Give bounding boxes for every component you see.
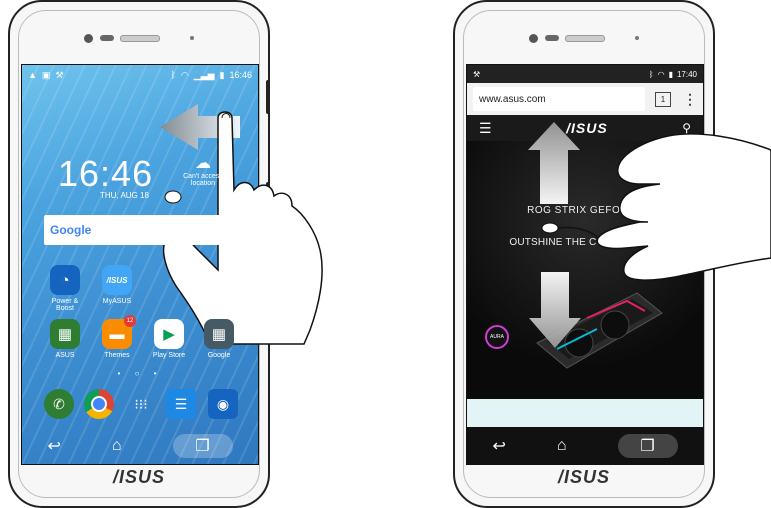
play-store-icon: ▶: [154, 319, 184, 349]
browser-screen: ⚒ ᛒ ◠ ▮ 17:40 www.asus.com 1 ⋮ ☰ /ISUS ⚲…: [466, 64, 704, 465]
site-logo[interactable]: /ISUS: [492, 120, 683, 136]
brand-logo: /ISUS: [557, 467, 611, 487]
status-bar: ⚒ ᛒ ◠ ▮ 17:40: [467, 65, 703, 83]
tab-switcher-button[interactable]: 1: [655, 91, 671, 107]
recents-button[interactable]: ❐: [172, 434, 233, 458]
alert-icon: ▲: [28, 70, 37, 80]
date-label: THU, AUG 18: [100, 191, 149, 200]
signal-icon: ▁▃▅: [193, 69, 215, 80]
brand-logo: /ISUS: [112, 467, 166, 487]
status-bar: ▲ ▣ ⚒ ᛒ ◠ ▁▃▅ ▮ 16:46: [22, 65, 258, 85]
app-drawer-icon[interactable]: ⁝⁝⁝: [126, 389, 156, 419]
app-themes[interactable]: ▬ 12 Themes: [94, 315, 140, 359]
google-search-bar[interactable]: Google: [44, 215, 236, 245]
hero-banner[interactable]: ROG STRIX GEFORCE OUTSHINE THE COMPETITI…: [467, 141, 703, 399]
app-label: ASUS: [55, 352, 75, 359]
home-icon[interactable]: ⌂: [557, 437, 567, 455]
clock-widget[interactable]: 16:46: [58, 153, 153, 195]
app-asus-folder[interactable]: ▦ ASUS: [42, 319, 88, 359]
asus-icon: /ISUS: [102, 265, 132, 295]
front-camera-icon: [84, 34, 93, 43]
app-label: MyASUS: [102, 298, 132, 305]
recents-icon: ❐: [195, 438, 210, 455]
sensor-icon: [100, 35, 114, 41]
url-field[interactable]: www.asus.com: [473, 87, 645, 111]
page-content-area: [467, 399, 703, 427]
hero-subtitle: OUTSHINE THE COMPETITION: [509, 237, 661, 248]
graphics-card-image: [536, 292, 663, 369]
earpiece: [529, 32, 639, 44]
navigation-bar: ↩ ⌂ ❐: [467, 428, 703, 464]
hamburger-icon[interactable]: ☰: [479, 120, 492, 137]
wifi-icon: ◠: [180, 69, 189, 80]
status-time: 16:46: [229, 70, 252, 80]
right-phone: ⚒ ᛒ ◠ ▮ 17:40 www.asus.com 1 ⋮ ☰ /ISUS ⚲…: [453, 0, 715, 508]
menu-icon[interactable]: ⋮: [683, 91, 697, 108]
battery-icon: ▮: [219, 69, 225, 80]
battery-icon: ▮: [668, 69, 673, 79]
app-label: Themes: [104, 352, 130, 359]
wrench-icon: ⚒: [473, 69, 481, 79]
home-icon[interactable]: ⌂: [112, 437, 122, 455]
bluetooth-icon: ᛒ: [648, 69, 654, 79]
browser-toolbar: www.asus.com 1 ⋮: [467, 83, 703, 115]
app-play-store[interactable]: ▶ Play Store: [146, 319, 192, 359]
chrome-icon[interactable]: [84, 389, 114, 419]
wifi-icon: ◠: [657, 69, 665, 79]
back-icon[interactable]: ↩: [47, 436, 60, 456]
google-logo: Google: [50, 223, 92, 237]
app-label: Play Store: [152, 352, 186, 359]
aura-logo: AURA: [485, 325, 509, 349]
messages-icon[interactable]: ☰: [166, 389, 196, 419]
page-indicator: • ○ •: [117, 369, 163, 378]
app-myasus[interactable]: /ISUS MyASUS: [94, 265, 140, 305]
recents-button[interactable]: ❐: [617, 434, 678, 458]
side-button: [266, 80, 268, 114]
site-header: ☰ /ISUS ⚲: [467, 115, 703, 141]
camera-icon[interactable]: ◉: [208, 389, 238, 419]
side-button: [266, 182, 268, 242]
weather-text: Can't access location: [183, 173, 223, 187]
cloud-icon: ☁: [195, 155, 211, 172]
app-google-folder[interactable]: ▦ Google: [196, 319, 242, 359]
sensor-icon: [545, 35, 559, 41]
search-icon[interactable]: ⚲: [682, 121, 691, 135]
speedometer-icon: ◔: [50, 265, 80, 295]
folder-icon: ▦: [50, 319, 80, 349]
app-label: Power & Boost: [51, 298, 79, 312]
bluetooth-icon: ᛒ: [170, 70, 176, 80]
weather-widget[interactable]: ☁ Can't access location: [178, 155, 228, 187]
app-label: Google: [207, 352, 231, 359]
navigation-bar: ↩ ⌂ ❐: [22, 428, 258, 464]
paint-roller-icon: ▬ 12: [102, 315, 136, 349]
status-time: 17:40: [676, 69, 697, 79]
left-phone: ▲ ▣ ⚒ ᛒ ◠ ▁▃▅ ▮ 16:46 16:46 THU, AUG 18 …: [8, 0, 270, 508]
proximity-sensor-icon: [190, 36, 194, 40]
speaker-grill: [120, 35, 160, 42]
earpiece: [84, 32, 194, 44]
front-camera-icon: [529, 34, 538, 43]
dock: ✆ ⁝⁝⁝ ☰ ◉: [22, 385, 258, 425]
notification-badge: 12: [124, 315, 136, 327]
proximity-sensor-icon: [635, 36, 639, 40]
recents-icon: ❐: [640, 438, 655, 455]
home-screen: ▲ ▣ ⚒ ᛒ ◠ ▁▃▅ ▮ 16:46 16:46 THU, AUG 18 …: [21, 64, 259, 465]
wrench-icon: ⚒: [55, 69, 64, 80]
folder-icon: ▦: [204, 319, 234, 349]
app-power-boost[interactable]: ◔ Power & Boost: [42, 265, 88, 312]
phone-icon[interactable]: ✆: [44, 389, 74, 419]
speaker-grill: [565, 35, 605, 42]
hero-title: ROG STRIX GEFORCE: [527, 205, 643, 216]
image-icon: ▣: [41, 69, 51, 80]
back-icon[interactable]: ↩: [492, 436, 505, 456]
